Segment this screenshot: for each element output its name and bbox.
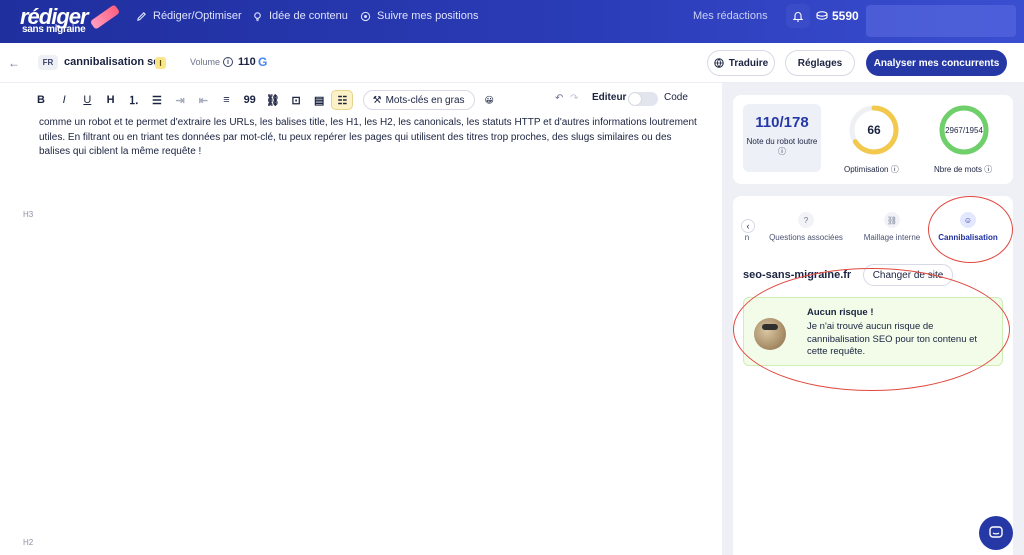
word-count-label: Nbre de mots ⓘ: [934, 165, 993, 174]
credits-counter[interactable]: 5590: [816, 9, 859, 23]
logo[interactable]: rédiger sans migraine: [20, 4, 121, 37]
nav-item-suivre[interactable]: Suivre mes positions: [360, 10, 479, 22]
editor-toolbar: B I U H ⒈ ☰ ⇥ ⇤ ≡ 99 ⛓ ⊡ ▤ ☷ ⚒ Mots-clés…: [30, 90, 494, 110]
profile-menu[interactable]: [866, 5, 1016, 37]
word-count-gauge: 2967/1954: [939, 105, 989, 155]
italic-button[interactable]: I: [53, 90, 75, 110]
undo-icon[interactable]: ↶: [555, 93, 563, 104]
chat-support-button[interactable]: [979, 516, 1013, 550]
translate-button[interactable]: Traduire: [707, 50, 775, 76]
image-icon[interactable]: ⊡: [285, 90, 307, 110]
word-count-value: 2967/1954: [945, 126, 983, 135]
volume-label: Volume: [190, 57, 221, 67]
target-icon: [360, 11, 371, 21]
editor-mode-label: Editeur: [592, 92, 627, 103]
language-badge: FR: [38, 55, 58, 70]
bullet-list-icon[interactable]: ☰: [146, 90, 168, 110]
editor-paragraph[interactable]: comme un robot et te permet d'extraire l…: [39, 116, 699, 160]
nav-item-label: Suivre mes positions: [377, 10, 479, 22]
nav-item-rediger[interactable]: Rédiger/Optimiser: [136, 10, 242, 22]
lightbulb-icon: [254, 11, 261, 21]
back-arrow-icon[interactable]: ←: [8, 56, 20, 70]
bold-keywords-label: Mots-clés en gras: [385, 94, 465, 106]
intent-badge: I: [155, 57, 166, 69]
tab-questions[interactable]: ? Questions associées: [768, 212, 844, 242]
info-icon[interactable]: i: [223, 57, 233, 67]
code-mode-label: Code: [664, 92, 688, 103]
top-navbar: rédiger sans migraine Rédiger/Optimiser …: [0, 0, 1024, 43]
tab-maillage[interactable]: ⛓ Maillage interne: [860, 212, 924, 242]
underline-button[interactable]: U: [76, 90, 98, 110]
nav-item-label: Rédiger/Optimiser: [153, 10, 242, 22]
optimisation-label: Optimisation ⓘ: [844, 165, 899, 174]
google-icon: G: [258, 55, 268, 69]
notification-button[interactable]: [786, 4, 810, 28]
editor-code-toggle[interactable]: [628, 92, 658, 106]
globe-icon: [714, 58, 724, 68]
link-icon: ⛓: [884, 212, 900, 228]
link-icon[interactable]: ⛓: [262, 90, 284, 110]
indent-icon[interactable]: ⇥: [169, 90, 191, 110]
editor-area: B I U H ⒈ ☰ ⇥ ⇤ ≡ 99 ⛓ ⊡ ▤ ☷ ⚒ Mots-clés…: [10, 83, 710, 555]
robot-score: 110/178 Note du robot loutre ⓘ: [743, 104, 821, 172]
emoji-icon[interactable]: 😀: [485, 95, 494, 106]
my-drafts-link[interactable]: Mes rédactions: [693, 10, 768, 22]
pencil-icon: [137, 11, 146, 21]
bold-keywords-button[interactable]: ⚒ Mots-clés en gras: [362, 90, 475, 110]
nav-item-idee[interactable]: Idée de contenu: [252, 10, 348, 22]
align-icon[interactable]: ≡: [216, 90, 238, 110]
robot-score-value: 110/178: [755, 114, 809, 131]
heading-tag-h3: H3: [23, 210, 34, 219]
annotation-circle: [928, 196, 1013, 263]
settings-label: Réglages: [797, 57, 843, 69]
translate-label: Traduire: [728, 57, 769, 69]
annotation-circle: [733, 268, 1010, 391]
pen-icon: [89, 4, 121, 30]
chevron-left-icon[interactable]: ‹: [741, 219, 755, 233]
outdent-icon[interactable]: ⇤: [192, 90, 214, 110]
volume-value: 110: [238, 56, 256, 68]
optimisation-gauge: 66: [849, 105, 899, 155]
ordered-list-icon[interactable]: ⒈: [123, 90, 145, 110]
magic-wand-icon: ⚒: [372, 94, 382, 106]
comment-icon[interactable]: ☷: [331, 90, 354, 110]
analyze-competitors-button[interactable]: Analyser mes concurrents: [866, 50, 1007, 76]
bold-button[interactable]: B: [30, 90, 52, 110]
keyword-title: cannibalisation seo: [64, 56, 167, 68]
chat-icon: [989, 526, 1003, 538]
credits-value: 5590: [832, 9, 859, 23]
settings-button[interactable]: Réglages: [785, 50, 855, 76]
table-icon[interactable]: ▤: [308, 90, 330, 110]
robot-score-label: Note du robot loutre ⓘ: [746, 137, 818, 156]
coins-icon: [816, 11, 828, 20]
redo-icon[interactable]: ↷: [570, 93, 578, 104]
score-card: 110/178 Note du robot loutre ⓘ 66 Optimi…: [733, 95, 1013, 184]
quote-button[interactable]: 99: [239, 90, 261, 110]
heading-button[interactable]: H: [100, 90, 122, 110]
optimisation-value: 66: [867, 123, 881, 137]
question-icon: ?: [798, 212, 814, 228]
analyze-label: Analyser mes concurrents: [873, 57, 1000, 69]
bell-icon: [792, 12, 804, 22]
logo-text-bottom: sans migraine: [22, 24, 86, 35]
nav-item-label: Idée de contenu: [269, 10, 348, 22]
document-header: ← FR cannibalisation seo I Volume i 110 …: [0, 43, 1024, 83]
heading-tag-h2: H2: [23, 538, 34, 547]
